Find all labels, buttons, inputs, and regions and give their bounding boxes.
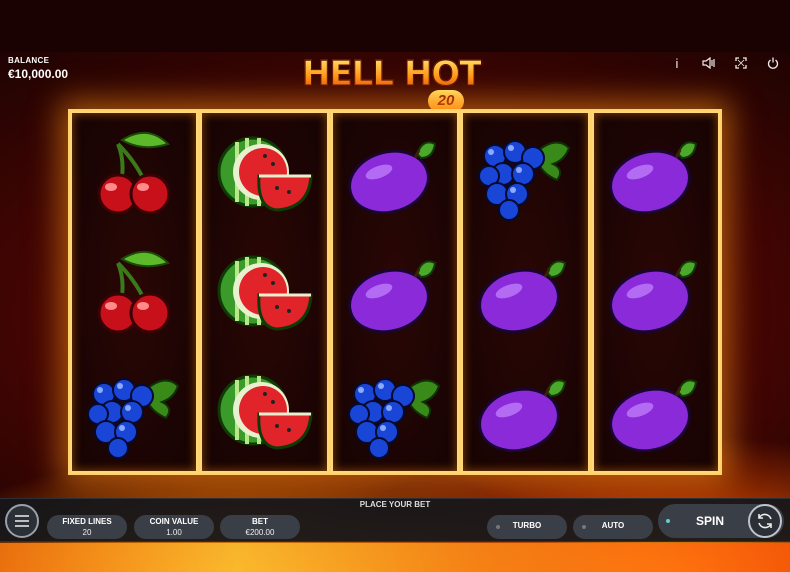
fixed-lines-label: FIXED LINES <box>62 517 112 526</box>
turbo-label: TURBO <box>512 521 542 530</box>
plum-icon <box>339 239 451 345</box>
spin-icon[interactable] <box>748 504 782 538</box>
plum-icon <box>469 239 581 345</box>
top-bar <box>0 0 790 52</box>
cherry-icon <box>78 239 190 345</box>
fixed-lines-display: FIXED LINES 20 <box>47 515 127 539</box>
hamburger-icon <box>15 515 29 527</box>
reel-5 <box>591 111 721 473</box>
reels-grid <box>68 109 722 475</box>
grapes-icon <box>339 358 451 464</box>
coin-value-selector[interactable]: COIN VALUE 1.00 <box>134 515 214 539</box>
plum-icon <box>600 120 712 226</box>
spin-indicator <box>666 519 670 523</box>
menu-button[interactable] <box>5 504 39 538</box>
watermelon-icon <box>209 120 321 226</box>
auto-label: AUTO <box>601 521 625 530</box>
top-icons: i <box>668 54 782 72</box>
bet-value: €200.00 <box>245 528 275 537</box>
power-icon[interactable] <box>764 54 782 72</box>
auto-toggle[interactable]: AUTO <box>573 515 653 539</box>
coin-value-value: 1.00 <box>166 528 182 537</box>
turbo-toggle[interactable]: TURBO <box>487 515 567 539</box>
spin-button[interactable]: SPIN <box>658 504 784 538</box>
fire-strip <box>0 543 790 572</box>
logo-title: HELL HOT <box>301 54 482 95</box>
spin-label: SPIN <box>696 514 725 528</box>
game-logo: HELL HOT 20 <box>300 54 490 112</box>
reel-2 <box>200 111 329 473</box>
balance-display: BALANCE €10,000.00 <box>8 56 68 81</box>
coin-value-label: COIN VALUE <box>149 517 199 526</box>
plum-icon <box>339 120 451 226</box>
balance-label: BALANCE <box>8 56 50 65</box>
plum-icon <box>600 239 712 345</box>
auto-indicator <box>582 525 586 529</box>
plum-icon <box>600 358 712 464</box>
reel-1 <box>70 111 199 473</box>
fullscreen-icon[interactable] <box>732 54 750 72</box>
reel-4 <box>461 111 590 473</box>
watermelon-icon <box>209 358 321 464</box>
info-icon[interactable]: i <box>668 54 686 72</box>
info-label: i <box>675 55 679 71</box>
balance-value: €10,000.00 <box>8 67 69 81</box>
bet-label: BET <box>252 517 268 526</box>
bet-selector[interactable]: BET €200.00 <box>220 515 300 539</box>
sound-icon[interactable] <box>700 54 718 72</box>
fixed-lines-value: 20 <box>82 528 92 537</box>
cherry-icon <box>78 120 190 226</box>
plum-icon <box>469 358 581 464</box>
watermelon-icon <box>209 239 321 345</box>
grapes-icon <box>78 358 190 464</box>
reel-3 <box>330 111 460 473</box>
turbo-indicator <box>496 525 500 529</box>
grapes-icon <box>469 120 581 226</box>
